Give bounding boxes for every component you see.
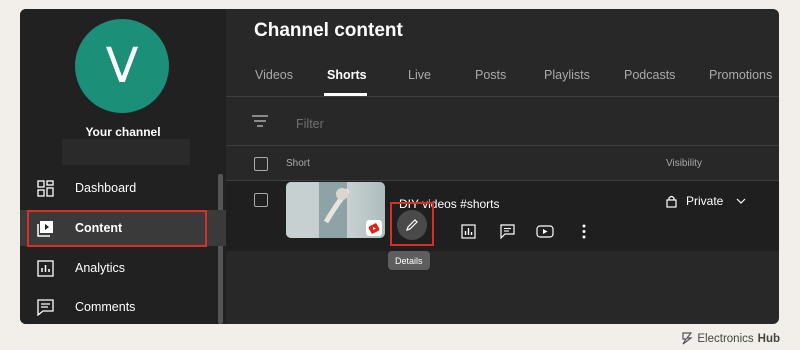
channel-name-redacted — [62, 139, 190, 165]
table-header: Short Visibility — [226, 145, 779, 180]
shorts-badge-icon — [366, 220, 382, 236]
lock-icon — [666, 195, 677, 208]
details-tooltip: Details — [388, 251, 430, 270]
analytics-icon — [460, 223, 476, 239]
sidebar-item-dashboard[interactable]: Dashboard — [20, 170, 226, 206]
more-options-button[interactable] — [573, 220, 595, 242]
main-content: Channel content Videos Shorts Live Posts… — [226, 9, 779, 324]
studio-window: V Your channel Dashboard Content Analyti… — [20, 9, 779, 324]
comments-icon — [37, 298, 54, 316]
sidebar-item-comments[interactable]: Comments — [20, 289, 226, 324]
view-on-youtube-button[interactable] — [534, 220, 556, 242]
column-header-visibility[interactable]: Visibility — [666, 158, 702, 169]
youtube-icon — [536, 224, 554, 238]
filter-icon[interactable] — [252, 115, 268, 127]
tab-videos[interactable]: Videos — [255, 68, 293, 82]
analytics-icon — [37, 259, 54, 277]
filter-bar[interactable]: Filter — [226, 97, 779, 145]
comments-button[interactable] — [496, 220, 518, 242]
chevron-down-icon — [736, 198, 746, 204]
tab-live[interactable]: Live — [408, 68, 431, 82]
select-all-checkbox[interactable] — [254, 157, 268, 171]
channel-avatar[interactable]: V — [75, 19, 169, 113]
visibility-value: Private — [686, 194, 724, 208]
page-title: Channel content — [254, 20, 403, 41]
electronics-hub-logo-icon — [682, 332, 694, 345]
more-vert-icon — [582, 224, 586, 238]
dashboard-icon — [37, 179, 54, 197]
tab-bar: Videos Shorts Live Posts Playlists Podca… — [226, 64, 779, 96]
column-header-short[interactable]: Short — [286, 158, 310, 169]
your-channel-label: Your channel — [85, 125, 161, 139]
tab-promotions[interactable]: Promotions — [709, 68, 772, 82]
sidebar-item-label: Dashboard — [75, 181, 137, 195]
content-highlight-box — [27, 210, 207, 247]
watermark-text-1: Electronics — [697, 332, 754, 345]
filter-input[interactable]: Filter — [296, 117, 324, 131]
sidebar: V Your channel Dashboard Content Analyti… — [20, 9, 226, 324]
tab-playlists[interactable]: Playlists — [544, 68, 590, 82]
watermark-text-2: Hub — [757, 332, 780, 345]
analytics-button[interactable] — [457, 220, 479, 242]
row-checkbox[interactable] — [254, 193, 268, 207]
tab-podcasts[interactable]: Podcasts — [624, 68, 675, 82]
sidebar-item-label: Analytics — [75, 261, 126, 275]
comments-icon — [499, 223, 515, 239]
watermark: Electronics Hub — [681, 332, 780, 345]
visibility-dropdown[interactable]: Private — [666, 194, 746, 208]
details-highlight-box — [390, 202, 434, 246]
sidebar-item-analytics[interactable]: Analytics — [20, 250, 226, 286]
tab-shorts[interactable]: Shorts — [327, 68, 367, 82]
sidebar-item-label: Comments — [75, 300, 136, 314]
tab-posts[interactable]: Posts — [475, 68, 506, 82]
